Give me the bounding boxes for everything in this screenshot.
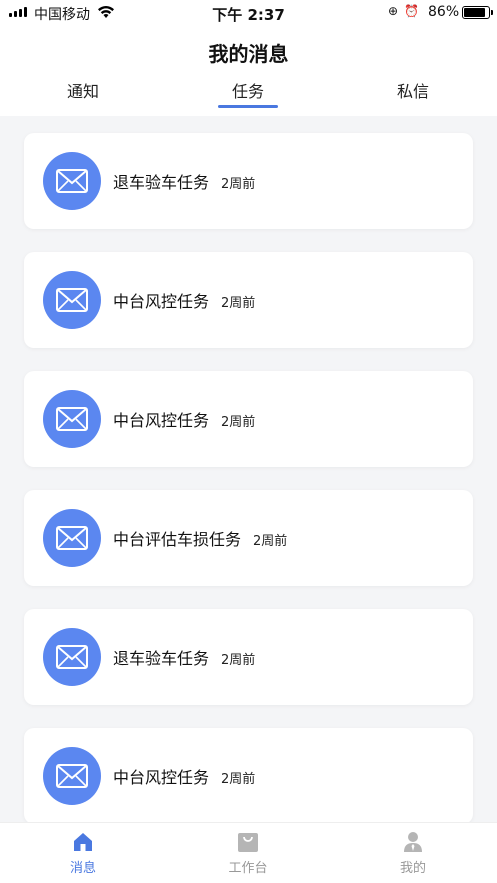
mail-icon — [43, 152, 101, 210]
mail-icon — [43, 271, 101, 329]
mail-icon — [43, 628, 101, 686]
tabbar-label: 我的 — [399, 861, 426, 876]
battery-icon — [462, 6, 493, 19]
home-icon — [74, 833, 92, 851]
tab-indicator — [218, 105, 278, 108]
item-time: 2周前 — [221, 415, 256, 430]
page-title: 我的消息 — [208, 42, 289, 66]
tab-label: 任务 — [231, 82, 264, 101]
item-title: 中台风控任务 — [113, 292, 210, 311]
item-time: 2周前 — [253, 534, 288, 549]
tab-tasks[interactable]: 任务 — [198, 78, 298, 112]
profile-icon — [404, 832, 422, 852]
bottom-tab-bar: 消息 工作台 我的 — [0, 822, 497, 883]
item-title: 退车验车任务 — [113, 649, 210, 668]
item-title: 中台评估车损任务 — [113, 530, 242, 549]
tabbar-item-workbench[interactable]: 工作台 — [198, 829, 298, 881]
item-title: 中台风控任务 — [113, 768, 210, 787]
tabbar-label: 消息 — [69, 861, 96, 876]
workbench-icon — [238, 833, 258, 852]
tabbar-item-profile[interactable]: 我的 — [363, 829, 463, 881]
clock: 下午 2:37 — [212, 6, 285, 24]
item-time: 2周前 — [221, 177, 256, 192]
rotation-lock-icon: ⊕ — [388, 4, 399, 18]
item-time: 2周前 — [221, 653, 256, 668]
list-item[interactable]: 中台风控任务 2周前 — [24, 252, 473, 348]
list-item[interactable]: 中台评估车损任务 2周前 — [24, 490, 473, 586]
header: 我的消息 通知 任务 私信 — [0, 26, 497, 116]
tab-label: 通知 — [66, 82, 99, 101]
tab-notifications[interactable]: 通知 — [33, 78, 133, 112]
list-item[interactable]: 中台风控任务 2周前 — [24, 371, 473, 467]
mail-icon — [43, 390, 101, 448]
list-item[interactable]: 中台风控任务 2周前 — [24, 728, 473, 824]
tab-label: 私信 — [396, 82, 429, 101]
tab-private-messages[interactable]: 私信 — [363, 78, 463, 112]
tabbar-label: 工作台 — [228, 861, 268, 876]
tabbar-item-messages[interactable]: 消息 — [33, 829, 133, 881]
battery-percent: 86% — [428, 4, 460, 20]
tab-bar: 通知 任务 私信 — [0, 74, 497, 116]
mail-icon — [43, 509, 101, 567]
alarm-icon: ⏰ — [404, 4, 420, 18]
list-item[interactable]: 退车验车任务 2周前 — [24, 133, 473, 229]
item-title: 中台风控任务 — [113, 411, 210, 430]
status-bar: 中国移动 下午 2:37 ⊕ ⏰ 86% — [0, 0, 497, 26]
mail-icon — [43, 747, 101, 805]
list-item[interactable]: 退车验车任务 2周前 — [24, 609, 473, 705]
item-time: 2周前 — [221, 772, 256, 787]
item-time: 2周前 — [221, 296, 256, 311]
item-title: 退车验车任务 — [113, 173, 210, 192]
